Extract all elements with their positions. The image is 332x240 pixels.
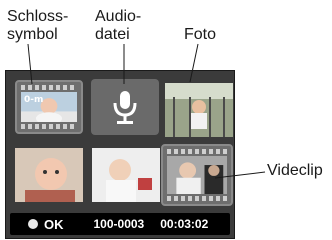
thumbnail-photo[interactable] [92, 148, 160, 202]
thumbnail-locked-video[interactable]: 0-m [15, 80, 83, 134]
callout-video-clip: Videclip [267, 162, 323, 179]
thumbnail-video-clip[interactable] [161, 144, 233, 206]
callout-photo: Foto [184, 26, 217, 43]
ok-button-icon [28, 219, 38, 229]
thumbnail-photo[interactable] [165, 83, 233, 137]
thumbnail-image: 0-m [21, 92, 77, 122]
file-number: 100-0003 [93, 217, 145, 231]
callout-audio-file: Audio- datei [95, 8, 142, 43]
thumbnail-image [15, 148, 83, 202]
microphone-icon [113, 91, 137, 124]
lock-icon: 0-m [24, 95, 44, 105]
thumbnail-photo[interactable] [15, 148, 83, 202]
thumbnail-image [92, 148, 160, 202]
film-perforation [21, 85, 77, 90]
clip-duration: 00:03:02 [160, 217, 209, 231]
thumbnail-image [167, 156, 227, 194]
status-bar: OK 100-0003 00:03:02 [10, 213, 230, 235]
film-perforation [167, 196, 227, 201]
thumbnail-image [165, 83, 233, 137]
ok-label: OK [44, 216, 64, 232]
film-perforation [167, 149, 227, 154]
thumbnail-audio-file[interactable] [91, 79, 159, 135]
callout-lock-symbol: Schloss- symbol [7, 8, 69, 43]
film-perforation [21, 124, 77, 129]
camera-screen: 0-m OK 100-0003 00:03:02 [5, 70, 235, 239]
